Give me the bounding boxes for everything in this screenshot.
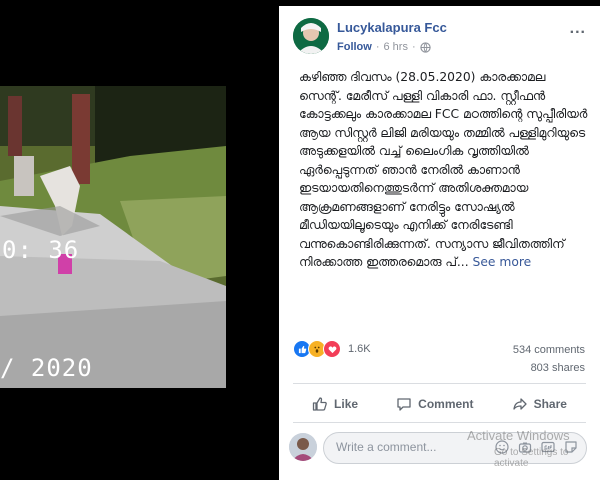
video-date-overlay: / 2020 <box>0 354 93 382</box>
page-avatar[interactable] <box>293 18 329 54</box>
globe-icon <box>419 41 431 53</box>
post-panel: Lucykalapura Fcc Follow · 6 hrs · ... കഴ… <box>279 6 600 480</box>
post-header: Lucykalapura Fcc Follow · 6 hrs · ... <box>279 6 600 66</box>
share-arrow-icon <box>512 398 527 410</box>
post-time[interactable]: 6 hrs <box>384 41 408 53</box>
user-avatar-image <box>289 433 317 461</box>
shares-count-link[interactable]: 803 shares <box>531 362 585 374</box>
page-avatar-image <box>293 18 329 54</box>
post-meta: Follow · 6 hrs · <box>337 41 431 53</box>
activate-windows-subtitle: Go to Settings to activate <box>494 447 569 469</box>
comment-button[interactable]: Comment <box>396 396 474 412</box>
comment-placeholder: Write a comment... <box>336 440 437 454</box>
video-player[interactable]: 0: 36 / 2020 <box>0 0 279 480</box>
thumbs-up-icon <box>312 397 327 411</box>
activate-windows-watermark: Activate Windows <box>467 428 570 443</box>
post-actions: Like Comment Share <box>293 390 586 418</box>
post-text: കഴിഞ്ഞ ദിവസം (28.05.2020) കാരക്കാമല സെന്… <box>299 70 588 269</box>
share-button-label: Share <box>533 397 567 411</box>
share-button[interactable]: Share <box>512 396 567 412</box>
divider <box>293 383 586 384</box>
page-name-link[interactable]: Lucykalapura Fcc <box>337 20 447 35</box>
comments-count-link[interactable]: 534 comments <box>513 344 585 356</box>
follow-button[interactable]: Follow <box>337 41 372 53</box>
post-body: കഴിഞ്ഞ ദിവസം (28.05.2020) കാരക്കാമല സെന്… <box>299 68 589 272</box>
like-button-label: Like <box>334 397 359 411</box>
reactions-summary[interactable]: 1.6K <box>293 340 371 358</box>
video-timestamp-overlay: 0: 36 <box>2 236 80 264</box>
see-more-link[interactable]: See more <box>473 255 532 269</box>
love-reaction-icon <box>323 340 341 358</box>
divider <box>293 422 586 423</box>
meta-separator: · <box>411 41 416 53</box>
comment-button-label: Comment <box>418 397 474 411</box>
like-button[interactable]: Like <box>312 396 358 412</box>
meta-separator: · <box>375 41 380 53</box>
more-options-icon[interactable]: ... <box>570 20 586 38</box>
comment-icon <box>397 398 411 411</box>
user-avatar[interactable] <box>289 433 317 461</box>
reaction-count: 1.6K <box>348 343 371 355</box>
